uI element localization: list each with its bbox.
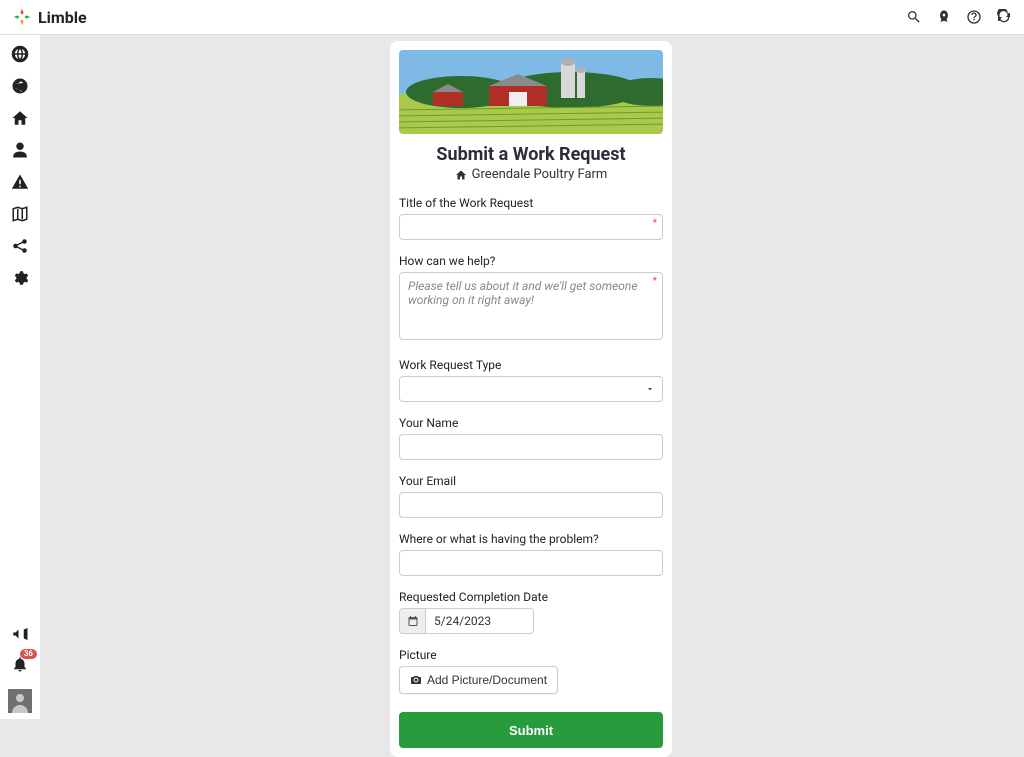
- name-input[interactable]: [399, 434, 663, 460]
- globe-solid-icon[interactable]: [11, 77, 29, 95]
- name-field-wrap: [399, 434, 663, 460]
- sidebar-bottom: 36: [0, 625, 40, 713]
- help-field-wrap: *: [399, 272, 663, 344]
- search-icon[interactable]: [906, 9, 922, 25]
- gear-icon[interactable]: [11, 269, 29, 287]
- limble-logo-icon: [12, 7, 32, 27]
- topbar-actions: [906, 9, 1012, 25]
- type-field-wrap: [399, 376, 663, 402]
- email-label: Your Email: [399, 474, 663, 488]
- help-label: How can we help?: [399, 254, 663, 268]
- home-icon: [455, 169, 467, 181]
- help-textarea[interactable]: [399, 272, 663, 340]
- where-field-wrap: [399, 550, 663, 576]
- topbar: Limble: [0, 0, 1024, 35]
- map-icon[interactable]: [11, 205, 29, 223]
- title-label: Title of the Work Request: [399, 196, 663, 210]
- title-input[interactable]: [399, 214, 663, 240]
- avatar-photo: [8, 689, 32, 713]
- main-area: Submit a Work Request Greendale Poultry …: [40, 35, 1022, 717]
- share-icon[interactable]: [11, 237, 29, 255]
- title-field-wrap: *: [399, 214, 663, 240]
- date-field[interactable]: 5/24/2023: [399, 608, 534, 634]
- camera-icon: [410, 674, 422, 686]
- user-icon[interactable]: [11, 141, 29, 159]
- calendar-icon: [407, 615, 419, 627]
- location-name: Greendale Poultry Farm: [472, 167, 608, 182]
- globe-outline-icon[interactable]: [11, 45, 29, 63]
- brand-name: Limble: [38, 8, 87, 27]
- type-label: Work Request Type: [399, 358, 663, 372]
- date-value: 5/24/2023: [426, 609, 533, 633]
- warning-icon[interactable]: [11, 173, 29, 191]
- add-picture-button[interactable]: Add Picture/Document: [399, 666, 558, 694]
- hero-image: [399, 50, 663, 134]
- type-select[interactable]: [399, 376, 663, 402]
- brand: Limble: [12, 7, 87, 27]
- where-label: Where or what is having the problem?: [399, 532, 663, 546]
- where-input[interactable]: [399, 550, 663, 576]
- refresh-icon[interactable]: [996, 9, 1012, 25]
- help-icon[interactable]: [966, 9, 982, 25]
- bullhorn-icon[interactable]: [11, 625, 29, 643]
- card-subtitle: Greendale Poultry Farm: [399, 167, 663, 182]
- avatar[interactable]: [8, 689, 32, 713]
- work-request-card: Submit a Work Request Greendale Poultry …: [390, 41, 672, 757]
- sidebar: 36: [0, 35, 40, 719]
- notification-badge: 36: [20, 649, 37, 659]
- add-picture-label: Add Picture/Document: [427, 673, 547, 687]
- calendar-icon-box: [400, 609, 426, 633]
- email-input[interactable]: [399, 492, 663, 518]
- submit-button[interactable]: Submit: [399, 712, 663, 748]
- email-field-wrap: [399, 492, 663, 518]
- name-label: Your Name: [399, 416, 663, 430]
- home-icon[interactable]: [11, 109, 29, 127]
- rocket-icon[interactable]: [936, 9, 952, 25]
- card-title: Submit a Work Request: [399, 144, 663, 165]
- picture-label: Picture: [399, 648, 663, 662]
- notification-bell[interactable]: 36: [11, 655, 29, 677]
- date-label: Requested Completion Date: [399, 590, 663, 604]
